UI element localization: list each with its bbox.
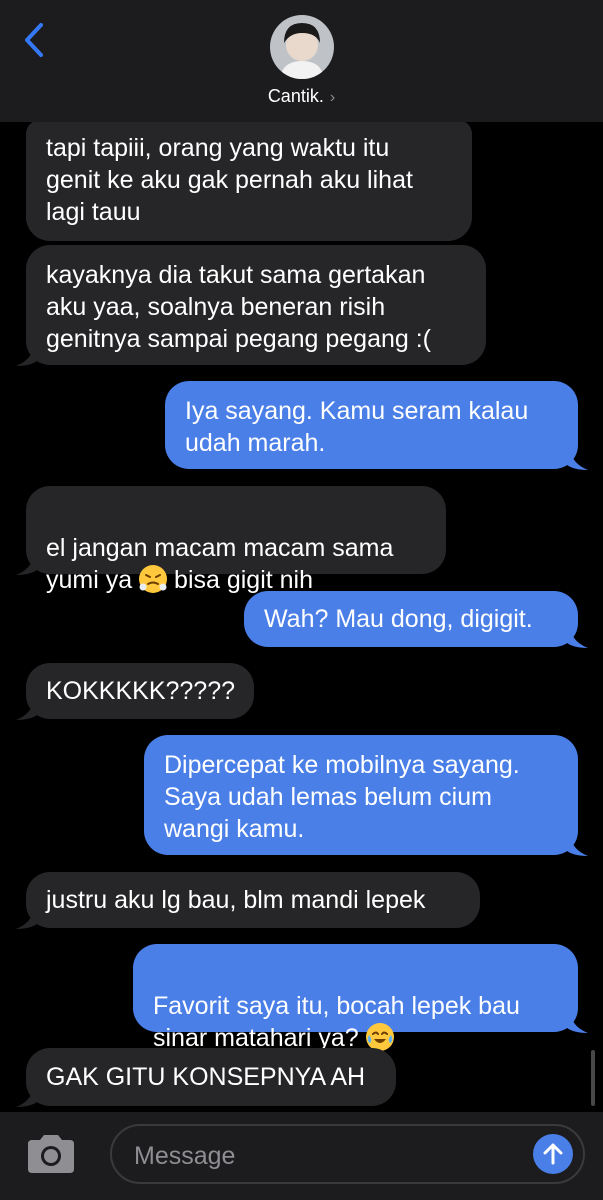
sent-message[interactable]: Iya sayang. Kamu seram kalau udah marah. — [165, 381, 578, 469]
received-message[interactable]: KOKKKKK????? — [26, 663, 254, 719]
send-button[interactable] — [533, 1134, 573, 1174]
bubble-tail — [566, 1013, 588, 1033]
bubble-tail — [16, 555, 38, 575]
camera-button[interactable] — [24, 1134, 78, 1174]
conversation-header: Cantik. › — [0, 0, 603, 122]
message-text: bisa gigit nih — [167, 566, 314, 594]
received-message[interactable]: tapi tapiii, orang yang waktu itu genit … — [26, 120, 472, 241]
message-input-field[interactable] — [110, 1124, 585, 1184]
bubble-tail — [566, 628, 588, 648]
sent-message[interactable]: Favorit saya itu, bocah lepek bau sinar … — [133, 944, 578, 1052]
bubble-tail — [16, 346, 38, 366]
bubble-tail — [566, 450, 588, 470]
message-composer — [0, 1112, 603, 1200]
back-button[interactable] — [14, 20, 54, 60]
bubble-tail — [566, 836, 588, 856]
message-text: Favorit saya itu, bocah lepek bau sinar … — [153, 992, 520, 1052]
bubble-tail — [16, 1087, 38, 1107]
sent-message[interactable]: Dipercepat ke mobilnya sayang. Saya udah… — [144, 735, 578, 855]
bubble-tail — [16, 700, 38, 720]
camera-icon — [28, 1135, 74, 1173]
chevron-left-icon — [25, 23, 43, 57]
contact-name: Cantik. — [267, 86, 324, 106]
tears-of-joy-emoji — [365, 1023, 394, 1051]
send-arrow-icon — [543, 1143, 563, 1165]
scroll-indicator[interactable] — [591, 1050, 595, 1106]
received-message[interactable]: justru aku lg bau, blm mandi lepek — [26, 872, 480, 928]
message-thread[interactable]: tapi tapiii, orang yang waktu itu genit … — [0, 0, 603, 1200]
contact-avatar[interactable] — [270, 15, 334, 79]
received-message[interactable]: GAK GITU KONSEPNYA AH — [26, 1048, 396, 1106]
received-message[interactable]: el jangan macam macam sama yumi ya bisa … — [26, 486, 446, 594]
sent-message[interactable]: Wah? Mau dong, digigit. — [244, 591, 578, 647]
received-message[interactable]: kayaknya dia takut sama gertakan aku yaa… — [26, 245, 486, 365]
message-input[interactable] — [132, 1136, 516, 1176]
contact-name-button[interactable]: Cantik. › — [0, 86, 603, 107]
chevron-right-icon: › — [329, 89, 336, 106]
bubble-tail — [16, 909, 38, 929]
steam-from-nose-emoji — [139, 565, 168, 593]
